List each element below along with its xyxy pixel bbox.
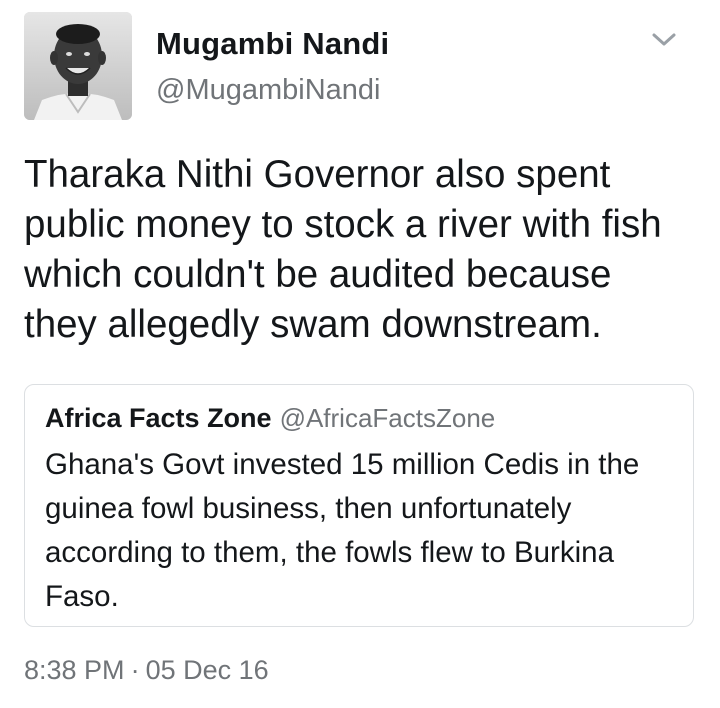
separator-dot: · xyxy=(130,655,140,685)
author-handle[interactable]: @MugambiNandi xyxy=(156,74,380,107)
avatar-photo xyxy=(24,12,132,120)
quoted-tweet-text: Ghana's Govt invested 15 million Cedis i… xyxy=(45,448,640,613)
chevron-down-icon[interactable] xyxy=(650,30,678,50)
tweet-card: Mugambi Nandi @MugambiNandi Tharaka Nith… xyxy=(0,0,720,708)
quoted-author-handle: @AfricaFactsZone xyxy=(279,403,496,433)
author-display-name[interactable]: Mugambi Nandi xyxy=(156,26,389,62)
quoted-tweet-header: Africa Facts Zone @AfricaFactsZone xyxy=(45,403,495,434)
tweet-timestamp[interactable]: 8:38 PM · 05 Dec 16 xyxy=(24,655,269,686)
tweet-date: 05 Dec 16 xyxy=(145,655,269,685)
tweet-text: Tharaka Nithi Governor also spent public… xyxy=(24,153,662,346)
avatar[interactable] xyxy=(24,12,132,120)
quoted-tweet[interactable]: Africa Facts Zone @AfricaFactsZone Ghana'… xyxy=(24,384,694,627)
quoted-author-name: Africa Facts Zone xyxy=(45,403,272,433)
tweet-time: 8:38 PM xyxy=(24,655,125,685)
